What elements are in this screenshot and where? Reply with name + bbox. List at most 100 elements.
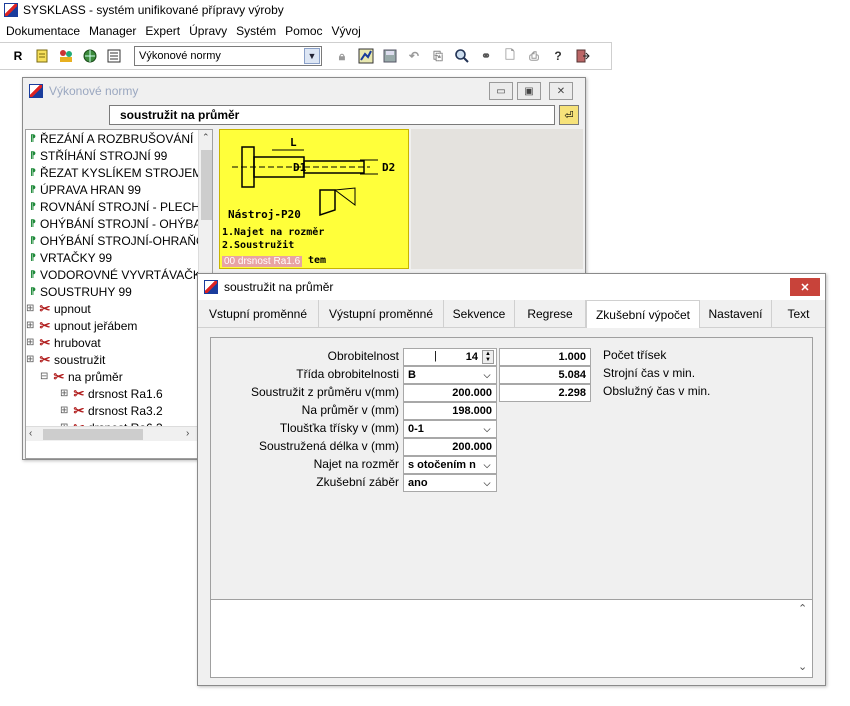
z-prumeru-input[interactable]: 200.000 [403,384,497,402]
document-icon[interactable] [32,46,52,66]
tab-regression[interactable]: Regrese [515,300,586,328]
field-label-trida: Třída obrobitelnosti [296,367,399,381]
tloustka-select[interactable]: 0-1 ⌵ [403,420,497,438]
search-icon[interactable] [452,46,472,66]
tree-item-label: STŘÍHÁNÍ STROJNÍ 99 [40,148,168,163]
tab-sequence[interactable]: Sekvence [444,300,515,328]
chevron-down-icon[interactable]: ⌵ [480,459,494,471]
expander-icon[interactable]: ⊞ [60,388,70,399]
scroll-up-icon[interactable]: ⌃ [798,602,807,615]
tree-item[interactable]: ⊞ ✂ upnout [26,300,212,317]
print-preview-icon[interactable]: 🗋︎ [500,46,520,66]
lock-icon[interactable]: 🔒︎ [332,46,352,66]
tree-item[interactable]: ⊞ ✂ drsnost Ra1.6 [26,385,212,402]
tree-item[interactable]: ⁋ VRTAČKY 99 [26,249,212,266]
people-icon[interactable] [56,46,76,66]
scroll-down-icon[interactable]: ⌄ [798,660,807,673]
tree-item[interactable]: ⊞ ✂ upnout jeřábem [26,317,212,334]
list-icon[interactable] [104,46,124,66]
obrobitelnost-spinner[interactable]: | 14 ▲ ▼ [403,348,497,366]
expander-icon[interactable]: ⊟ [40,371,50,382]
chevron-down-icon[interactable]: ⌵ [480,369,494,381]
operation-window-titlebar[interactable]: soustružit na průměr [198,274,825,300]
printer-icon[interactable]: ⎙ [524,46,544,66]
undo-icon[interactable]: ↶ [404,46,424,66]
na-prumer-value: 198.000 [452,405,492,417]
trida-select[interactable]: B ⌵ [403,366,497,384]
tab-test-calculation[interactable]: Zkušební výpočet [586,300,700,328]
tree-item[interactable]: ⁋ ŘEZÁNÍ A ROZBRUŠOVÁNÍ [26,130,212,147]
menu-dokumentace[interactable]: Dokumentace [3,24,86,38]
tab-outputs[interactable]: Výstupní proměnné [319,300,444,328]
tab-settings[interactable]: Nastavení [700,300,772,328]
tab-inputs[interactable]: Vstupní proměnné [198,300,319,328]
expander-icon[interactable]: ⊞ [26,337,36,348]
menu-expert[interactable]: Expert [142,24,186,38]
field-label-najet: Najet na rozměr [313,457,399,471]
exit-icon[interactable] [572,46,592,66]
tree-rows: ⁋ ŘEZÁNÍ A ROZBRUŠOVÁNÍ ⁋ STŘÍHÁNÍ STROJNÍ … [26,130,212,436]
expander-icon[interactable]: ⊞ [26,354,36,365]
scroll-left-icon[interactable]: ‹ [29,428,32,439]
scroll-up-icon[interactable]: ⌃ [202,132,210,143]
tree-item[interactable]: ⁋ OHÝBÁNÍ STROJNÍ-OHRAŇO [26,232,212,249]
na-prumer-input[interactable]: 198.000 [403,402,497,420]
r-button[interactable]: R [8,46,28,66]
chevron-down-icon[interactable]: ⌵ [480,477,494,489]
category-icon: ⁋ [30,269,36,279]
close-button[interactable]: ✕ [790,278,820,296]
tree-item[interactable]: ⁋ STŘÍHÁNÍ STROJNÍ 99 [26,147,212,164]
tree-item[interactable]: ⊞ ✂ hrubovat [26,334,212,351]
help-icon[interactable]: ? [548,46,568,66]
expander-icon[interactable]: ⊞ [60,405,70,416]
norm-search-input[interactable]: soustružit na průměr [109,105,555,125]
text-area-scrollbar[interactable]: ⌃ ⌄ [795,602,811,678]
tab-bar: Vstupní proměnné Výstupní proměnné Sekve… [198,300,825,328]
close-button[interactable]: ✕ [549,82,573,100]
tree-item[interactable]: ⁋ OHÝBÁNÍ STROJNÍ - OHÝBAČ [26,215,212,232]
tree-item[interactable]: ⁋ ROVNÁNÍ STROJNÍ - PLECHY [26,198,212,215]
chevron-down-icon[interactable]: ▼ [304,48,320,64]
tab-text[interactable]: Text [772,300,825,328]
globe-icon[interactable] [80,46,100,66]
tree-scroll-thumb[interactable] [201,150,212,220]
spin-updown-icon[interactable]: ▲ ▼ [482,350,494,364]
preview-step-3-tail: tem [308,255,327,266]
folder-icon[interactable]: ⏎ [559,105,579,125]
tree-item[interactable]: ⊟ ✂ na průměr [26,368,212,385]
save-icon[interactable] [380,46,400,66]
zaber-value: ano [408,477,428,489]
delka-input[interactable]: 200.000 [403,438,497,456]
chart-edit-icon[interactable] [356,46,376,66]
menu-pomoc[interactable]: Pomoc [282,24,328,38]
najet-select[interactable]: s otočením n ⌵ [403,456,497,474]
tree-item[interactable]: ⊞ ✂ soustružit [26,351,212,368]
tree-item[interactable]: ⁋ SOUSTRUHY 99 [26,283,212,300]
chevron-down-icon[interactable]: ⌵ [480,423,494,435]
maximize-button[interactable]: ▣ [517,82,541,100]
field-label-zaber: Zkušební záběr [316,475,399,489]
tree-horizontal-scrollbar[interactable]: ‹ › [26,426,212,441]
zaber-select[interactable]: ano ⌵ [403,474,497,492]
module-select[interactable]: Výkonové normy ▼ [134,46,322,66]
tree-item[interactable]: ⁋ ŘEZAT KYSLÍKEM STROJEM, [26,164,212,181]
tree-item[interactable]: ⁋ VODOROVNÉ VYVRTÁVAČKY [26,266,212,283]
menu-manager[interactable]: Manager [86,24,142,38]
obrobitelnost-value: 14 [465,351,478,363]
tree-hscroll-thumb[interactable] [43,429,143,440]
copy-icon[interactable]: ⎘ [428,46,448,66]
expander-icon[interactable]: ⊞ [26,303,36,314]
tree-item-label: ŘEZAT KYSLÍKEM STROJEM, [40,165,206,180]
menu-system[interactable]: Systém [233,24,282,38]
tree-item[interactable]: ⊞ ✂ drsnost Ra3.2 [26,402,212,419]
menu-upravy[interactable]: Úpravy [186,24,233,38]
tree-item[interactable]: ⁋ ÚPRAVA HRAN 99 [26,181,212,198]
expander-icon[interactable]: ⊞ [26,320,36,331]
preview-label-l: L [290,136,297,149]
scroll-right-icon[interactable]: › [186,428,189,439]
minimize-button[interactable]: ▭ [489,82,513,100]
menu-vyvoj[interactable]: Vývoj [329,24,367,38]
category-icon: ⁋ [30,252,36,262]
binoculars-icon[interactable]: ⚭ [476,46,496,66]
z-prumeru-value: 200.000 [452,387,492,399]
